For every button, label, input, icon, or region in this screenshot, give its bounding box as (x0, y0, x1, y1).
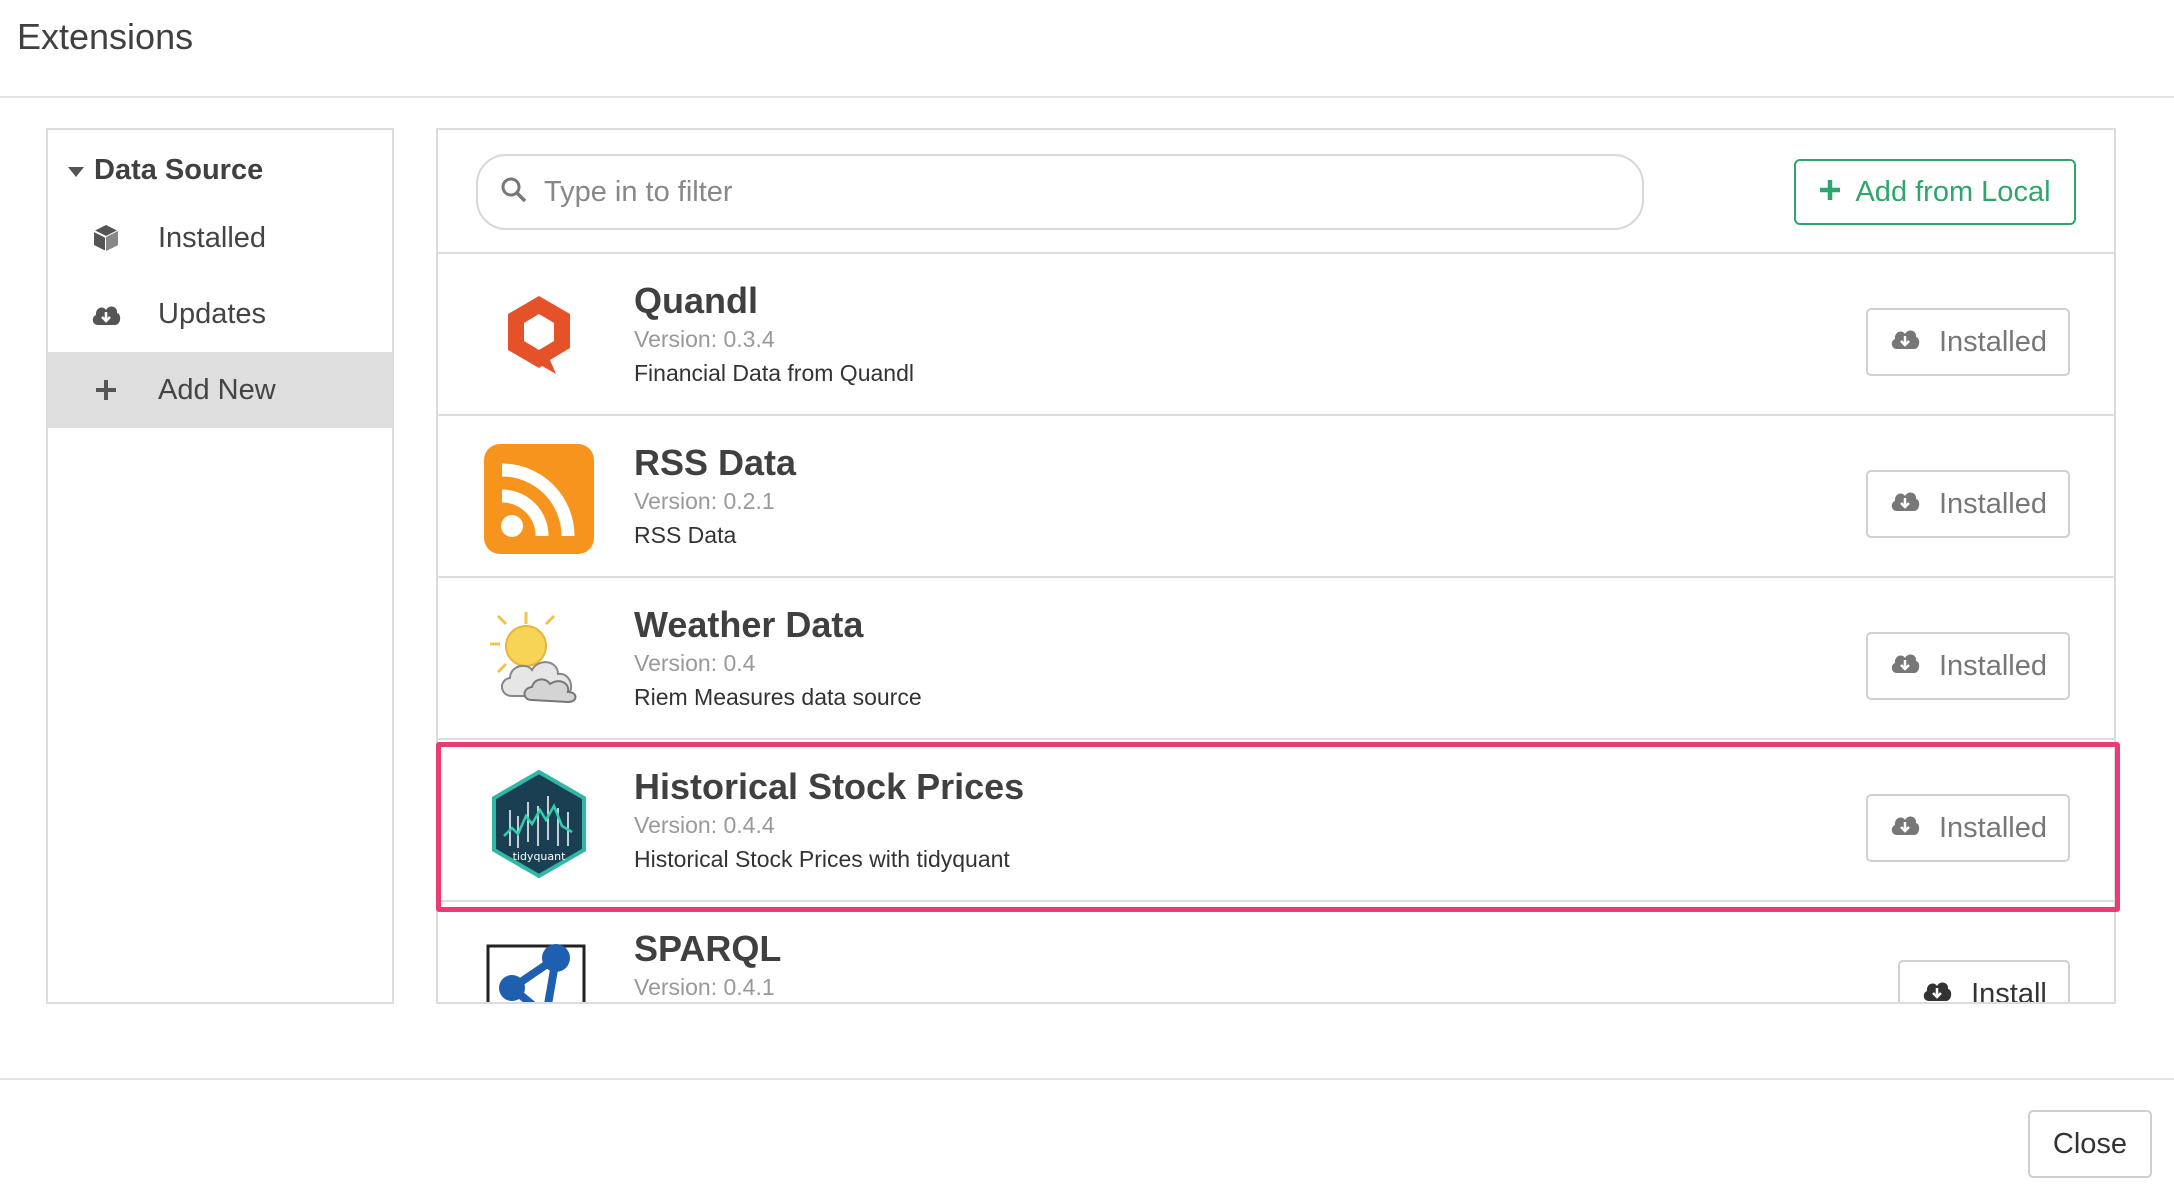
weather-logo (482, 604, 596, 718)
extension-row-historical-stock-prices: tidyquant Historical Stock Prices Versio… (438, 740, 2114, 902)
extension-row-sparql: SPARQL Version: 0.4.1 Install (438, 902, 2114, 1004)
extension-name: Quandl (634, 280, 758, 321)
cloud-download-icon (1921, 977, 1953, 1002)
cloud-download-icon (1889, 811, 1921, 845)
install-button[interactable]: Install (1898, 960, 2070, 1004)
sidebar-item-label: Installed (158, 221, 267, 254)
cloud-download-icon (88, 296, 124, 332)
extension-version: Version: 0.2.1 (634, 488, 775, 514)
quandl-logo (482, 280, 596, 394)
extension-description: Historical Stock Prices with tidyquant (634, 846, 1010, 872)
installed-button[interactable]: Installed (1866, 632, 2070, 700)
button-label: Installed (1938, 811, 2047, 844)
cloud-download-icon (1889, 649, 1921, 683)
tidyquant-logo: tidyquant (482, 766, 596, 880)
extension-row-rss-data: RSS Data Version: 0.2.1 RSS Data Install… (438, 416, 2114, 578)
sidebar-item-updates[interactable]: Updates (48, 276, 392, 352)
installed-button[interactable]: Installed (1866, 308, 2070, 376)
extension-name: Weather Data (634, 604, 864, 645)
extension-name: RSS Data (634, 442, 797, 483)
cloud-download-icon (1889, 487, 1921, 521)
extension-description: RSS Data (634, 522, 737, 548)
sidebar-item-installed[interactable]: Installed (48, 200, 392, 276)
extensions-panel: Add from Local Quandl Version: 0.3.4 Fin… (436, 128, 2116, 1004)
dialog-title: Extensions (17, 16, 194, 57)
cloud-download-icon (1889, 325, 1921, 359)
sparql-logo (482, 928, 596, 1002)
sidebar-item-add-new[interactable]: Add New (48, 352, 392, 428)
extension-description: Financial Data from Quandl (634, 360, 914, 386)
plus-icon (1819, 176, 1841, 209)
extension-version: Version: 0.3.4 (634, 326, 775, 352)
extension-row-weather-data: Weather Data Version: 0.4 Riem Measures … (438, 578, 2114, 740)
extension-row-quandl: Quandl Version: 0.3.4 Financial Data fro… (438, 254, 2114, 416)
search-input[interactable] (542, 174, 1596, 210)
extension-description: Riem Measures data source (634, 684, 922, 710)
button-label: Installed (1938, 325, 2047, 358)
button-label: Install (1971, 977, 2047, 1004)
extension-version: Version: 0.4 (634, 650, 756, 676)
title-divider (0, 96, 2174, 98)
footer-divider (0, 1078, 2174, 1080)
installed-button[interactable]: Installed (1866, 470, 2070, 538)
search-field[interactable] (476, 154, 1644, 230)
close-button[interactable]: Close (2028, 1110, 2152, 1178)
plus-icon (88, 372, 124, 408)
cube-icon (88, 220, 124, 256)
search-icon (500, 176, 528, 209)
sidebar-item-label: Add New (158, 373, 276, 406)
sidebar-header-label: Data Source (94, 154, 264, 186)
button-label: Installed (1938, 649, 2047, 682)
tidyquant-logo-text: tidyquant (513, 850, 567, 863)
add-from-local-button[interactable]: Add from Local (1794, 159, 2076, 225)
extension-version: Version: 0.4.4 (634, 812, 775, 838)
installed-button[interactable]: Installed (1866, 794, 2070, 862)
extension-name: Historical Stock Prices (634, 766, 1025, 807)
extension-version: Version: 0.4.1 (634, 974, 775, 1000)
extension-name: SPARQL (634, 928, 782, 969)
button-label: Installed (1938, 487, 2047, 520)
sidebar: Data Source Installed Updates Add New (46, 128, 394, 1004)
rss-logo (482, 442, 596, 556)
sidebar-header[interactable]: Data Source (68, 154, 263, 187)
caret-down-icon (68, 166, 84, 177)
sidebar-item-label: Updates (158, 297, 267, 330)
add-from-local-label: Add from Local (1855, 175, 2051, 208)
